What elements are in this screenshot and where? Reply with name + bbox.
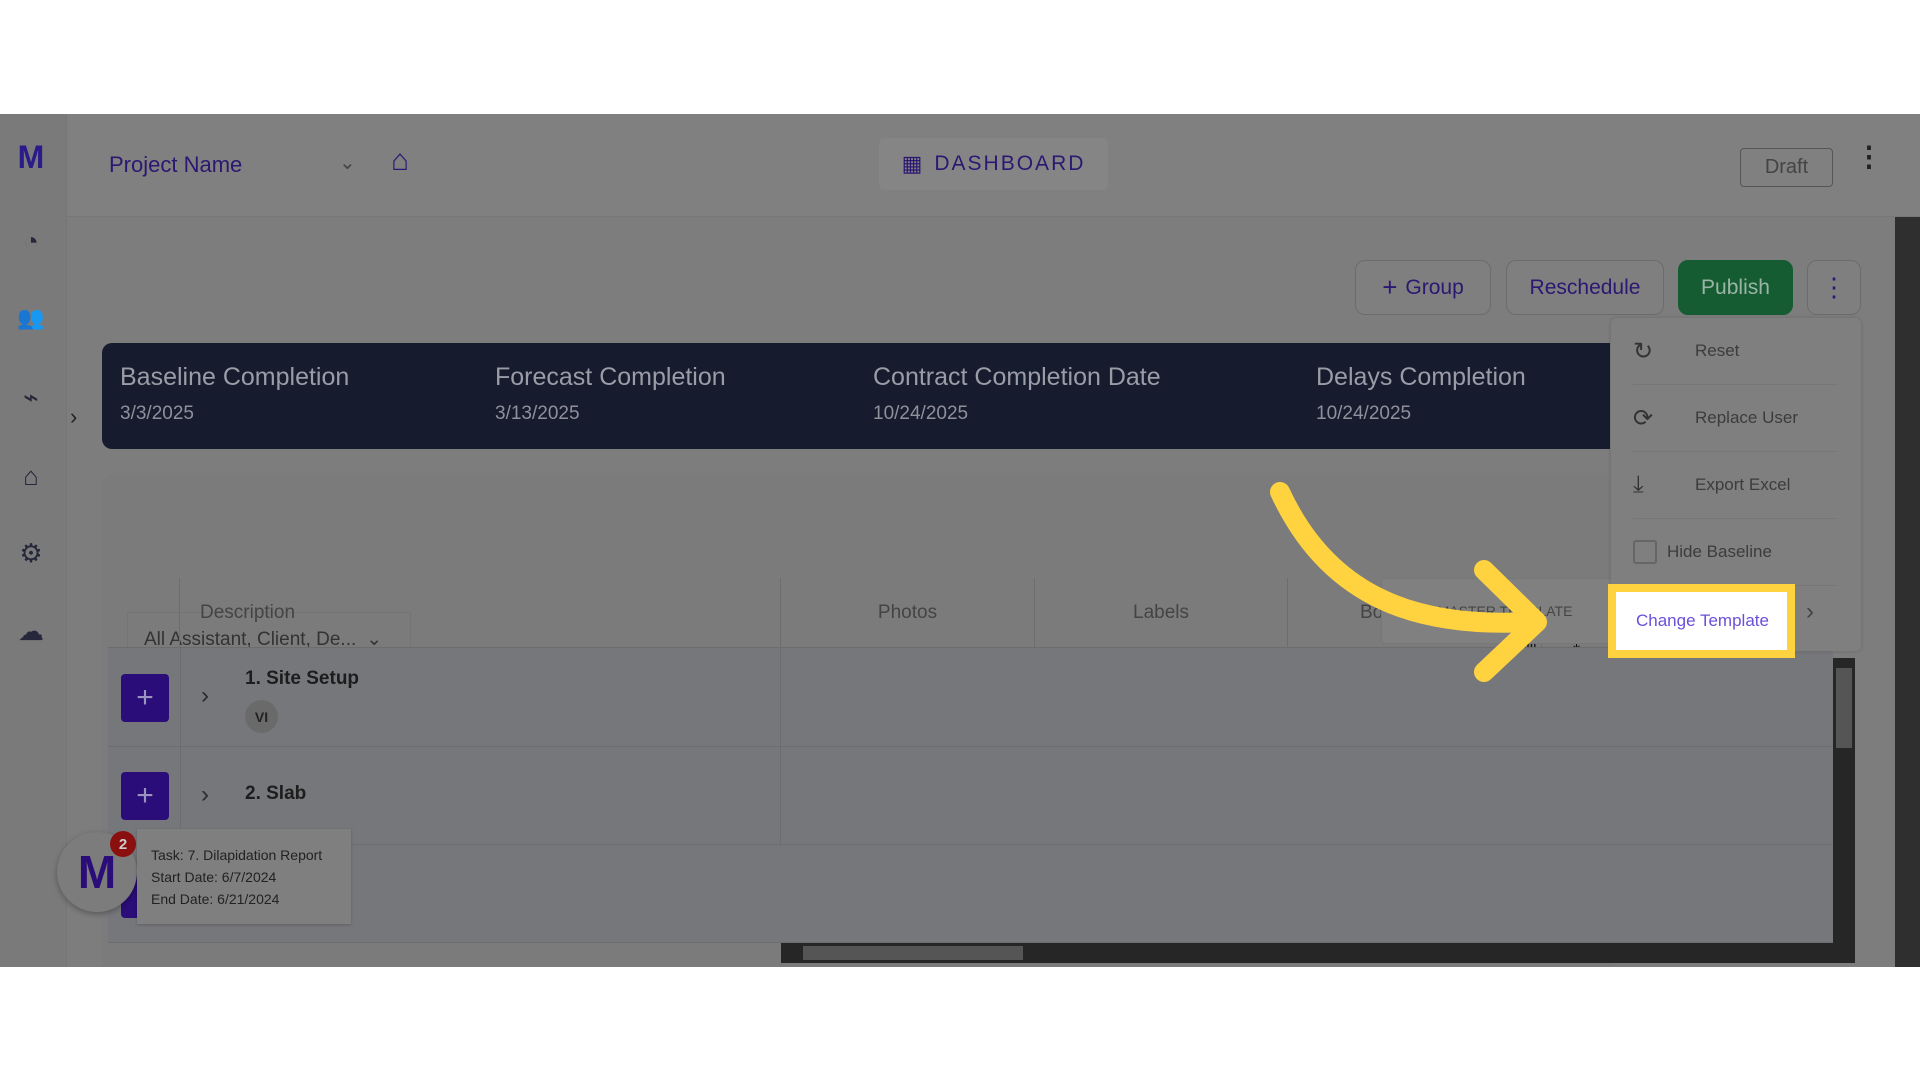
arrow-curve: [1270, 482, 1540, 633]
task-notification[interactable]: Task: 7. Dilapidation Report Start Date:…: [137, 829, 351, 924]
notification-count-badge: 2: [110, 831, 136, 857]
task-end: End Date: 6/21/2024: [151, 891, 280, 907]
task-name: Task: 7. Dilapidation Report: [151, 847, 323, 863]
task-start: Start Date: 6/7/2024: [151, 869, 277, 885]
